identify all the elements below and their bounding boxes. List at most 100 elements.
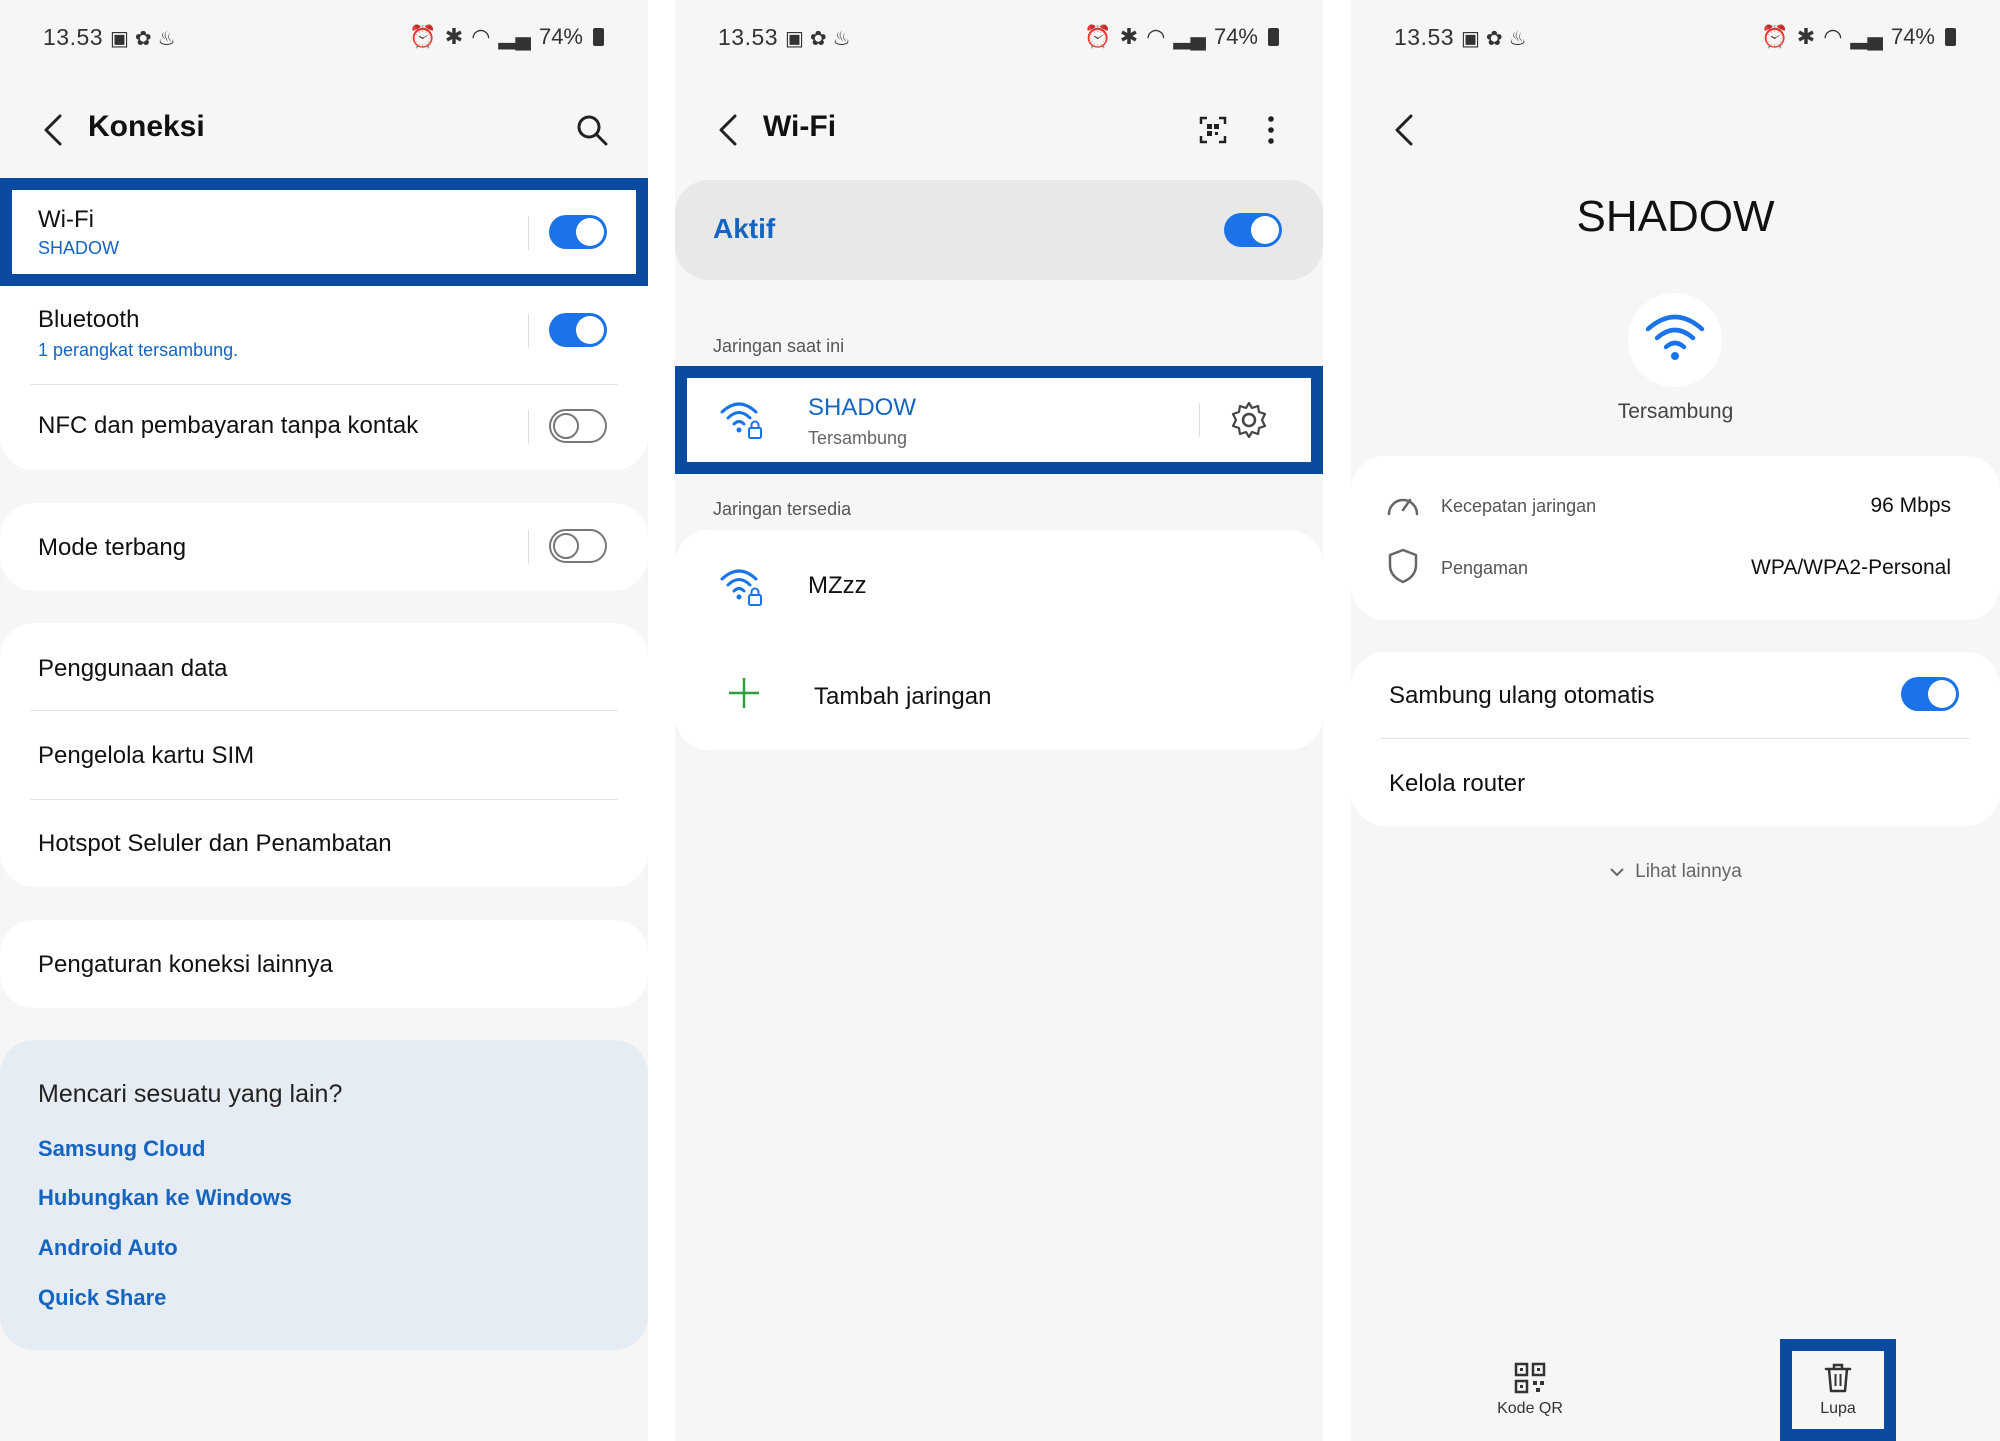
detail-row-security: Pengaman WPA/WPA2-Personal	[1351, 536, 2000, 620]
notification-icons: ▣✿♨	[1461, 28, 1533, 50]
trash-icon	[1824, 1363, 1852, 1393]
see-more-button[interactable]: Lihat lainnya	[1351, 861, 2000, 883]
page-title: Wi-Fi	[763, 110, 837, 143]
battery-icon	[593, 28, 604, 46]
row-separator	[528, 530, 529, 564]
alarm-icon: ⏰	[409, 24, 437, 49]
battery-icon	[1268, 28, 1279, 46]
detail-value: 96 Mbps	[1870, 494, 1951, 517]
back-arrow-icon[interactable]	[1387, 110, 1427, 150]
battery-text: 74%	[1890, 24, 1935, 49]
status-bar: 13.53 ▣✿♨ ⏰ ✱ ◠ ▂▄ 74%	[1351, 20, 2000, 56]
status-time: 13.53	[1394, 24, 1455, 50]
suggestion-link-quick-share[interactable]: Quick Share	[38, 1285, 166, 1311]
manage-router-row[interactable]: Kelola router	[1351, 739, 2000, 826]
nfc-toggle[interactable]	[549, 409, 607, 443]
signal-icon: ▂▄	[1173, 24, 1206, 49]
bluetooth-toggle[interactable]	[549, 313, 607, 347]
connectivity-card: Wi-Fi SHADOW Bluetooth 1 perangkat tersa…	[0, 180, 648, 470]
wifi-toggle[interactable]	[549, 215, 607, 249]
wifi-master-toggle[interactable]	[1224, 213, 1282, 247]
detail-label: Pengaman	[1441, 558, 1529, 578]
qr-scan-icon[interactable]	[1193, 110, 1233, 150]
network-detail-screen: 13.53 ▣✿♨ ⏰ ✱ ◠ ▂▄ 74% SHADOW Tersambung	[1351, 0, 2000, 1441]
wifi-status-icon: ◠	[471, 24, 491, 49]
bluetooth-sub: 1 perangkat tersambung.	[38, 340, 239, 360]
page-title: Koneksi	[88, 110, 205, 143]
speedometer-icon	[1387, 498, 1419, 516]
airplane-toggle[interactable]	[549, 529, 607, 563]
current-network-name: SHADOW	[808, 394, 916, 421]
status-bar: 13.53 ▣✿♨ ⏰ ✱ ◠ ▂▄ 74%	[0, 20, 648, 56]
wifi-master-switch[interactable]: Aktif	[675, 180, 1323, 280]
nfc-label: NFC dan pembayaran tanpa kontak	[38, 412, 419, 439]
system-icons: ⏰ ✱ ◠ ▂▄ 74%	[1084, 24, 1279, 50]
system-icons: ⏰ ✱ ◠ ▂▄ 74%	[1761, 24, 1956, 50]
battery-icon	[1945, 28, 1956, 46]
airplane-card: Mode terbang	[0, 503, 648, 591]
app-header	[1351, 100, 2000, 160]
add-network-row[interactable]: Tambah jaringan	[675, 640, 1323, 750]
sim-manager-row[interactable]: Pengelola kartu SIM	[0, 711, 648, 799]
more-settings-card: Pengaturan koneksi lainnya	[0, 920, 648, 1008]
bluetooth-label: Bluetooth	[38, 306, 140, 333]
connection-status: Tersambung	[1617, 400, 1734, 423]
auto-reconnect-row[interactable]: Sambung ulang otomatis	[1351, 652, 2000, 738]
suggestions-title: Mencari sesuatu yang lain?	[38, 1080, 343, 1108]
network-title: SHADOW	[1576, 192, 1775, 241]
bluetooth-status-icon: ✱	[1119, 24, 1139, 49]
back-arrow-icon[interactable]	[711, 110, 751, 150]
status-bar: 13.53 ▣✿♨ ⏰ ✱ ◠ ▂▄ 74%	[675, 20, 1323, 56]
notification-icons: ▣✿♨	[785, 28, 857, 50]
more-settings-label: Pengaturan koneksi lainnya	[38, 951, 333, 978]
manage-router-label: Kelola router	[1389, 770, 1526, 797]
wifi-signal-badge	[1628, 293, 1722, 387]
wifi-screen: 13.53 ▣✿♨ ⏰ ✱ ◠ ▂▄ 74% Wi-Fi Aktif Jarin…	[675, 0, 1323, 1441]
forget-button[interactable]: Lupa	[1788, 1362, 1888, 1432]
back-arrow-icon[interactable]	[36, 110, 76, 150]
status-time: 13.53	[43, 24, 104, 50]
suggestions-card: Mencari sesuatu yang lain? Samsung Cloud…	[0, 1040, 648, 1350]
row-separator	[528, 410, 529, 444]
airplane-row[interactable]: Mode terbang	[0, 503, 648, 591]
qr-code-icon	[1514, 1362, 1546, 1394]
qr-code-button[interactable]: Kode QR	[1471, 1362, 1589, 1432]
airplane-label: Mode terbang	[38, 534, 187, 561]
auto-reconnect-toggle[interactable]	[1901, 677, 1959, 711]
nfc-row[interactable]: NFC dan pembayaran tanpa kontak	[0, 385, 648, 470]
app-header: Koneksi	[0, 100, 648, 160]
suggestion-link-windows[interactable]: Hubungkan ke Windows	[38, 1185, 292, 1211]
chevron-down-icon	[1610, 868, 1624, 877]
search-icon[interactable]	[572, 110, 612, 150]
bluetooth-row[interactable]: Bluetooth 1 perangkat tersambung.	[0, 284, 648, 384]
data-usage-row[interactable]: Penggunaan data	[0, 623, 648, 710]
suggestion-link-samsung-cloud[interactable]: Samsung Cloud	[38, 1136, 205, 1162]
system-icons: ⏰ ✱ ◠ ▂▄ 74%	[409, 24, 604, 50]
sim-manager-label: Pengelola kartu SIM	[38, 742, 255, 769]
hotspot-row[interactable]: Hotspot Seluler dan Penambatan	[0, 800, 648, 887]
current-network-row[interactable]: SHADOW Tersambung	[675, 372, 1323, 468]
alarm-icon: ⏰	[1761, 24, 1789, 49]
wifi-row[interactable]: Wi-Fi SHADOW	[0, 180, 648, 284]
qr-code-label: Kode QR	[1497, 1400, 1563, 1417]
current-network-section: Jaringan saat ini	[713, 336, 845, 356]
wifi-status-icon: ◠	[1146, 24, 1166, 49]
wifi-signal-icon	[1645, 314, 1705, 360]
connections-screen: 13.53 ▣✿♨ ⏰ ✱ ◠ ▂▄ 74% Koneksi Wi-Fi SHA…	[0, 0, 648, 1441]
wifi-label: Wi-Fi	[38, 206, 94, 233]
battery-text: 74%	[538, 24, 583, 49]
network-options-card: Sambung ulang otomatis Kelola router	[1351, 652, 2000, 826]
row-separator	[528, 314, 529, 348]
network-details-card: Kecepatan jaringan 96 Mbps Pengaman WPA/…	[1351, 456, 2000, 620]
battery-text: 74%	[1213, 24, 1258, 49]
gear-icon[interactable]	[1229, 400, 1269, 440]
hotspot-label: Hotspot Seluler dan Penambatan	[38, 830, 392, 857]
app-header: Wi-Fi	[675, 100, 1323, 160]
network-name: MZzz	[808, 572, 867, 599]
network-row-mzzz[interactable]: MZzz	[675, 530, 1323, 640]
row-separator	[1199, 403, 1200, 437]
suggestion-link-android-auto[interactable]: Android Auto	[38, 1235, 178, 1261]
more-settings-row[interactable]: Pengaturan koneksi lainnya	[0, 920, 648, 1008]
more-options-icon[interactable]	[1251, 110, 1291, 150]
auto-reconnect-label: Sambung ulang otomatis	[1389, 682, 1655, 709]
